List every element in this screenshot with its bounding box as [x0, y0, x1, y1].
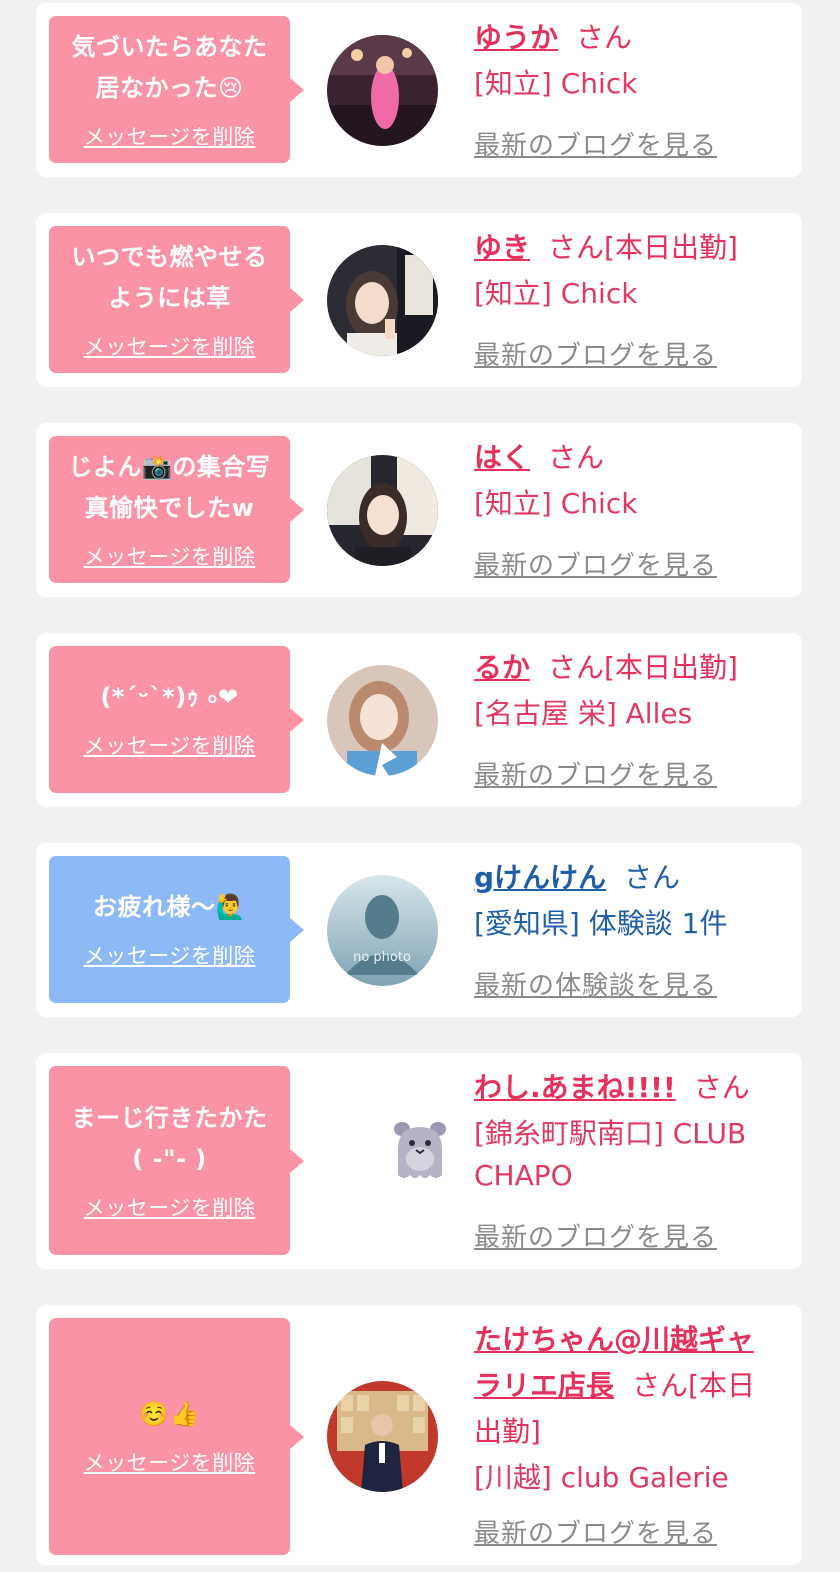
experience-info: [愛知県] 体験談 1件	[474, 907, 728, 940]
no-photo-avatar[interactable]: no photo	[327, 875, 438, 986]
delete-message-link[interactable]: メッセージを削除	[84, 121, 256, 151]
message-text: じよん📸の集合写 真愉快でしたw	[68, 452, 271, 522]
user-info: ゆき さん[本日出勤] [知立] Chick	[474, 225, 772, 315]
user-name-link[interactable]: るか	[474, 651, 530, 684]
user-name-link[interactable]: わし.あまね!!!!	[474, 1071, 676, 1104]
shop-info: [知立] Chick	[474, 487, 638, 520]
shop-info: [川越] club Galerie	[474, 1461, 729, 1494]
message-card: お疲れ様〜🙋‍♂️ メッセージを削除 no photo gけんけんさん	[36, 843, 802, 1017]
message-card: まーじ行きたかた ( -"- ) メッセージを削除 わし.あまね!!!! さん […	[36, 1053, 802, 1269]
message-bubble: ☺️👍 メッセージを削除	[49, 1318, 304, 1555]
message-bubble: いつでも燃やせる ようには草 メッセージを削除	[49, 226, 304, 373]
latest-review-link[interactable]: 最新の体験談を見る	[474, 965, 717, 1002]
latest-blog-link[interactable]: 最新のブログを見る	[474, 755, 717, 792]
honorific: さん	[548, 441, 605, 474]
honorific: さん	[693, 1071, 750, 1104]
user-name-link[interactable]: ゆき	[474, 231, 530, 264]
message-bubble: (*´ᵕ`*)ｩ ৹❤ メッセージを削除	[49, 646, 304, 793]
user-name-link[interactable]: gけんけん	[474, 861, 606, 894]
message-text: まーじ行きたかた ( -"- )	[71, 1103, 268, 1173]
message-text: 気づいたらあなた 居なかった😢	[71, 32, 268, 102]
message-bubble: じよん📸の集合写 真愉快でしたw メッセージを削除	[49, 436, 304, 583]
message-card: (*´ᵕ`*)ｩ ৹❤ メッセージを削除 るか さん[本日出勤] [名古屋 栄] …	[36, 633, 802, 807]
user-info: るか さん[本日出勤] [名古屋 栄] Alles	[474, 645, 772, 735]
latest-blog-link[interactable]: 最新のブログを見る	[474, 1217, 717, 1254]
delete-message-link[interactable]: メッセージを削除	[84, 331, 256, 361]
avatar[interactable]	[327, 665, 438, 776]
honorific: さん[本日出勤]	[548, 651, 738, 684]
message-bubble: まーじ行きたかた ( -"- ) メッセージを削除	[49, 1066, 304, 1255]
user-info: gけんけん さん [愛知県] 体験談 1件	[474, 855, 772, 945]
message-card: いつでも燃やせる ようには草 メッセージを削除 ゆき さん[本日出勤] [知立] …	[36, 213, 802, 387]
mascot-icon[interactable]	[392, 1119, 448, 1185]
message-text: お疲れ様〜🙋‍♂️	[93, 893, 246, 921]
avatar[interactable]	[327, 1381, 438, 1492]
delete-message-link[interactable]: メッセージを削除	[84, 541, 256, 571]
shop-info: [名古屋 栄] Alles	[474, 697, 693, 730]
honorific: さん[本日出勤]	[548, 231, 738, 264]
delete-message-link[interactable]: メッセージを削除	[84, 940, 256, 970]
message-card: じよん📸の集合写 真愉快でしたw メッセージを削除 はく さん [知立] Chic…	[36, 423, 802, 597]
latest-blog-link[interactable]: 最新のブログを見る	[474, 545, 717, 582]
message-bubble: お疲れ様〜🙋‍♂️ メッセージを削除	[49, 856, 304, 1003]
avatar[interactable]	[327, 245, 438, 356]
delete-message-link[interactable]: メッセージを削除	[84, 730, 256, 760]
user-name-link[interactable]: はく	[474, 441, 530, 474]
delete-message-link[interactable]: メッセージを削除	[84, 1447, 256, 1477]
no-photo-label: no photo	[353, 950, 411, 965]
honorific: さん	[624, 861, 681, 894]
message-card: ☺️👍 メッセージを削除 たけちゃん@川越ギャラリエ店長 さん[本日出勤] [川…	[36, 1305, 802, 1565]
message-bubble: 気づいたらあなた 居なかった😢 メッセージを削除	[49, 16, 304, 163]
user-name-link[interactable]: ゆうか	[474, 21, 558, 54]
message-text: (*´ᵕ`*)ｩ ৹❤	[100, 683, 239, 711]
message-text: ☺️👍	[139, 1400, 200, 1428]
honorific: さん	[576, 21, 633, 54]
avatar[interactable]	[327, 455, 438, 566]
latest-blog-link[interactable]: 最新のブログを見る	[474, 125, 717, 162]
message-text: いつでも燃やせる ようには草	[71, 242, 268, 312]
shop-info: [錦糸町駅南口] CLUB CHAPO	[474, 1117, 747, 1192]
latest-blog-link[interactable]: 最新のブログを見る	[474, 1513, 717, 1550]
user-info: はく さん [知立] Chick	[474, 435, 772, 525]
message-card: 気づいたらあなた 居なかった😢 メッセージを削除 ゆうか さん [知立] Chic…	[36, 3, 802, 177]
avatar[interactable]	[327, 35, 438, 146]
latest-blog-link[interactable]: 最新のブログを見る	[474, 335, 717, 372]
user-info: わし.あまね!!!! さん [錦糸町駅南口] CLUB CHAPO	[474, 1065, 772, 1197]
user-info: ゆうか さん [知立] Chick	[474, 15, 772, 105]
shop-info: [知立] Chick	[474, 67, 638, 100]
shop-info: [知立] Chick	[474, 277, 638, 310]
user-info: たけちゃん@川越ギャラリエ店長 さん[本日出勤] [川越] club Galeri…	[474, 1317, 772, 1499]
delete-message-link[interactable]: メッセージを削除	[84, 1192, 256, 1222]
